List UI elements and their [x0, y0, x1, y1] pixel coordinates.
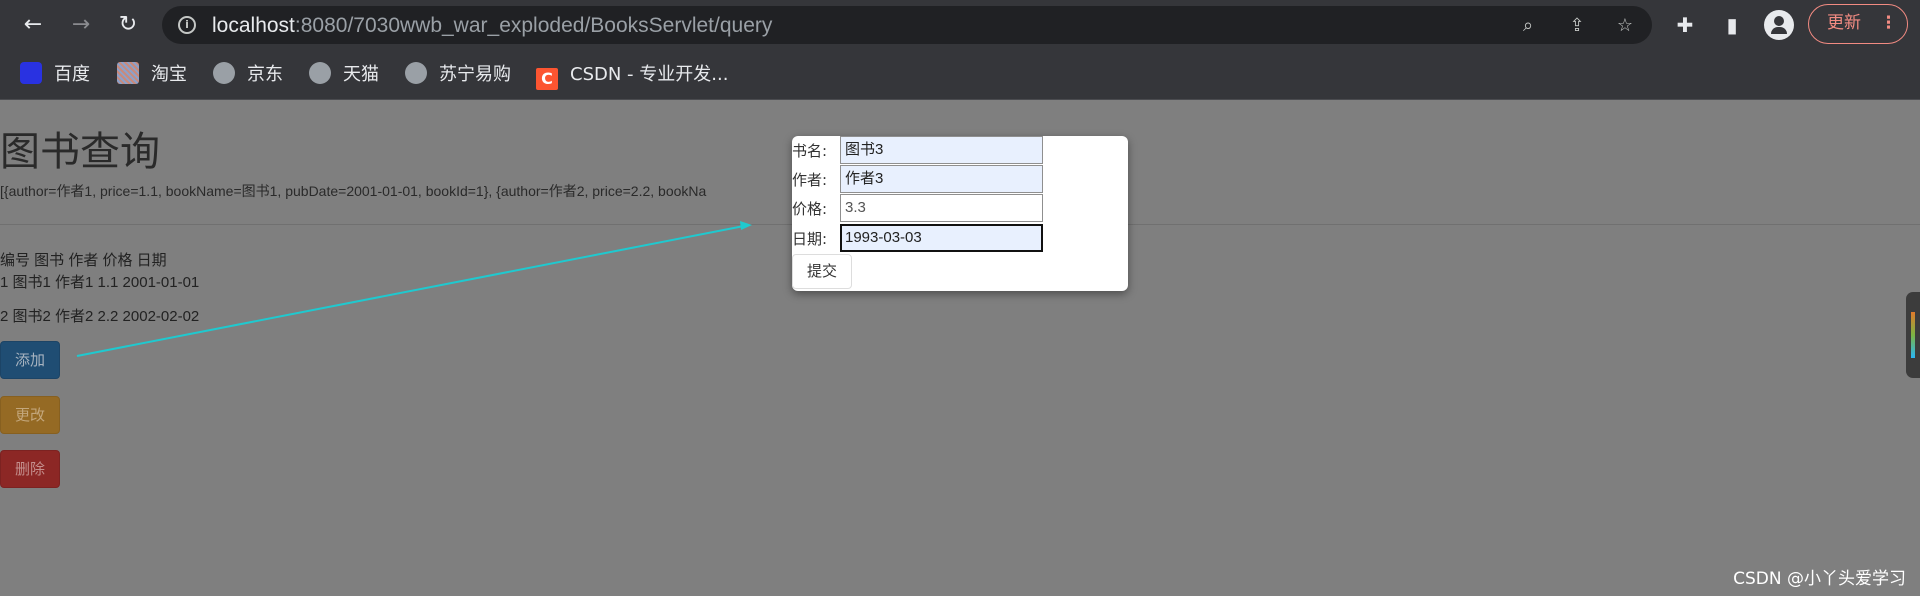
- price-input[interactable]: 3.3: [840, 194, 1043, 222]
- add-book-modal: 书名: 图书3 作者: 作者3 价格: 3.3 日期: 1993-03-03 提…: [792, 136, 1128, 291]
- bookmark-taobao[interactable]: 淘宝: [117, 62, 187, 88]
- baidu-icon: [20, 62, 42, 84]
- taobao-icon: [117, 62, 139, 84]
- star-icon[interactable]: ☆: [1614, 15, 1636, 37]
- watermark: CSDN @小丫头爱学习: [1733, 569, 1906, 589]
- forward-icon[interactable]: →: [66, 10, 96, 40]
- csdn-icon: C: [536, 68, 558, 90]
- share-icon[interactable]: ⇪: [1566, 15, 1588, 37]
- update-button[interactable]: 更新 ⋮: [1808, 4, 1908, 44]
- zoom-icon[interactable]: ⌕: [1517, 15, 1539, 37]
- sidepanel-icon[interactable]: ▮: [1717, 10, 1747, 40]
- extensions-icon[interactable]: ✚: [1670, 10, 1700, 40]
- profile-icon[interactable]: [1764, 10, 1794, 40]
- url-text[interactable]: localhost:8080/7030wwb_war_exploded/Book…: [212, 14, 772, 38]
- globe-icon: [309, 62, 331, 84]
- title-label: 书名:: [792, 142, 828, 160]
- date-label: 日期:: [792, 230, 828, 248]
- delete-button[interactable]: 删除: [0, 450, 60, 488]
- reload-icon[interactable]: ↻: [113, 10, 143, 40]
- edit-button[interactable]: 更改: [0, 396, 60, 434]
- submit-button[interactable]: 提交: [792, 254, 852, 289]
- globe-icon: [213, 62, 235, 84]
- browser-toolbar: ← → ↻ i localhost:8080/7030wwb_war_explo…: [0, 0, 1920, 50]
- annotation-arrow: [76, 221, 752, 357]
- author-input[interactable]: 作者3: [840, 165, 1043, 193]
- side-widget[interactable]: [1906, 292, 1920, 378]
- author-label: 作者:: [792, 171, 828, 189]
- bookmark-jd[interactable]: 京东: [213, 62, 283, 88]
- bookmark-suning[interactable]: 苏宁易购: [405, 62, 511, 88]
- more-icon[interactable]: ⋮: [1880, 5, 1897, 42]
- title-input[interactable]: 图书3: [840, 136, 1043, 164]
- address-bar[interactable]: i localhost:8080/7030wwb_war_exploded/Bo…: [162, 6, 1652, 44]
- bookmarks-bar: 百度 淘宝 京东 天猫 苏宁易购 C CSDN - 专业开发...: [0, 50, 1920, 100]
- date-input[interactable]: 1993-03-03: [840, 224, 1043, 252]
- back-icon[interactable]: ←: [18, 10, 48, 40]
- price-label: 价格:: [792, 200, 828, 218]
- bookmark-baidu[interactable]: 百度: [20, 62, 90, 88]
- globe-icon: [405, 62, 427, 84]
- info-icon[interactable]: i: [178, 16, 196, 34]
- bookmark-tmall[interactable]: 天猫: [309, 62, 379, 88]
- bookmark-csdn[interactable]: C CSDN - 专业开发...: [536, 62, 728, 90]
